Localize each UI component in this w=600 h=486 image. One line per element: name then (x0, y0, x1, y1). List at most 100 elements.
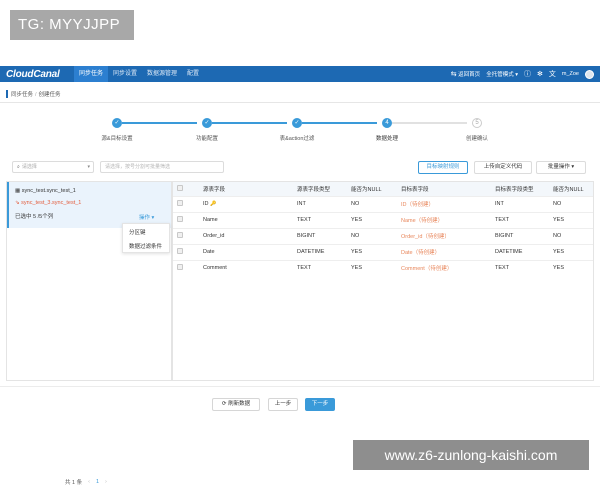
settings-icon[interactable]: ✻ (537, 70, 543, 78)
step-5-label: 创建确认 (465, 136, 488, 142)
source-field: Comment (199, 259, 293, 276)
source-type: TEXT (293, 211, 347, 228)
nav-config[interactable]: 配置 (182, 66, 204, 82)
step-3: ✓ 表&action过滤 (267, 118, 327, 142)
table-list-panel: ▦ sync_test.sync_test_1 ⇘ sync_test_3.sy… (6, 181, 172, 486)
row-checkbox[interactable] (177, 232, 183, 238)
step-progress: ✓ 源&目标设置 ✓ 功能配置 ✓ 表&action过滤 4 数据处理 5 创建… (72, 118, 512, 148)
row-checkbox[interactable] (177, 200, 183, 206)
chevron-down-icon: ▾ (87, 164, 90, 170)
batch-action-label: 批量操作 (547, 164, 570, 170)
search-icon: ⌕ (17, 164, 20, 170)
check-icon: ✓ (112, 118, 122, 128)
nav-sync-settings[interactable]: 同步设置 (108, 66, 142, 82)
select-placeholder: 请选择 (21, 164, 37, 170)
source-type: TEXT (293, 259, 347, 276)
row-checkbox[interactable] (177, 264, 183, 271)
operation-menu[interactable]: 操作 ▾ (139, 213, 154, 221)
target-field[interactable]: Comment（待创建） (397, 259, 491, 276)
target-field[interactable]: ID（待创建） (397, 195, 491, 212)
step-3-label: 表&action过滤 (279, 136, 315, 142)
upload-code-button[interactable]: 上传自定义代码 (474, 161, 532, 174)
list-item[interactable]: ▦ sync_test.sync_test_1 ⇘ sync_test_3.sy… (7, 182, 171, 228)
table-header: 源表字段 源表字段类型 能否为NULL 目标表字段 目标表字段类型 能否为NUL… (173, 182, 593, 196)
translate-icon[interactable]: 文 (549, 69, 556, 79)
step-1-label: 源&目标设置 (101, 136, 133, 142)
step-2-label: 功能配置 (195, 136, 218, 142)
row-checkbox[interactable] (177, 248, 183, 254)
row-checkbox[interactable] (177, 216, 183, 222)
selected-columns: 已选中 5 /5个列 (15, 214, 54, 220)
batch-action-button[interactable]: 批量操作 ▾ (536, 161, 586, 174)
source-null: NO (347, 195, 397, 212)
help-icon[interactable]: ⓘ (524, 69, 531, 79)
logo: CloudCanal (6, 68, 60, 80)
step-4: 4 数据处理 (357, 118, 417, 142)
target-null: YES (549, 243, 593, 260)
check-icon: ✓ (202, 118, 212, 128)
refresh-button[interactable]: ⟳ 刷新数据 (212, 398, 260, 411)
step-5-number: 5 (472, 118, 482, 128)
prev-step-button[interactable]: 上一步 (268, 398, 298, 411)
mode-select[interactable]: 全托管模式 ▾ (486, 70, 518, 78)
target-type: TEXT (491, 211, 549, 228)
source-table-name: ▦ sync_test.sync_test_1 (15, 188, 76, 194)
source-field: ID 🔑 (199, 195, 293, 212)
source-type: BIGINT (293, 227, 347, 244)
table-row: Comment TEXT YES Comment（待创建） TEXT YES (173, 259, 593, 276)
header-source-null: 能否为NULL (351, 186, 382, 193)
step-4-number: 4 (382, 118, 392, 128)
toolbar: ⌕ 请选择 ▾ 请选择，按号分割可批量筛选 目标映射规则 上传自定义代码 批量操作… (8, 161, 592, 175)
header-target-type: 目标表字段类型 (495, 186, 534, 193)
header-source-field: 源表字段 (203, 186, 226, 193)
watermark-top: TG: MYYJJPP (10, 10, 134, 40)
refresh-icon: ⟳ (221, 401, 227, 407)
mode-label: 全托管模式 (486, 72, 514, 78)
step-2: ✓ 功能配置 (177, 118, 237, 142)
table-row: Name TEXT YES Name（待创建） TEXT YES (173, 211, 593, 228)
target-null: NO (549, 195, 593, 212)
user-name[interactable]: m_Zoe (562, 71, 579, 77)
target-table-name: ⇘ sync_test_3.sync_test_1 (15, 200, 82, 206)
next-step-button[interactable]: 下一步 (305, 398, 335, 411)
mapping-rule-button[interactable]: 目标映射规则 (418, 161, 468, 174)
source-field: Name (199, 211, 293, 228)
select-all-checkbox[interactable] (177, 184, 183, 191)
target-null: NO (549, 227, 593, 244)
source-field: Order_id (199, 227, 293, 244)
total-count: 共 1 条 (65, 480, 83, 486)
pagination: 共 1 条 ‹ 1 › (65, 478, 107, 486)
operation-label: 操作 (139, 215, 151, 221)
column-mapping-table: 源表字段 源表字段类型 能否为NULL 目标表字段 目标表字段类型 能否为NUL… (172, 181, 594, 381)
target-type: INT (491, 195, 549, 212)
return-home-link[interactable]: ⇆ 返回首页 (451, 70, 480, 78)
watermark-bottom: www.z6-zunlong-kaishi.com (353, 440, 589, 470)
table-row: ID 🔑 INT NO ID（待创建） INT NO (173, 195, 593, 212)
app-window: CloudCanal 同步任务 同步设置 数据源管理 配置 ⇆ 返回首页 全托管… (0, 66, 600, 486)
breadcrumb-parent[interactable]: 同步任务 (11, 92, 33, 98)
step-1: ✓ 源&目标设置 (87, 118, 147, 142)
target-field[interactable]: Name（待创建） (397, 211, 491, 228)
target-type: BIGINT (491, 227, 549, 244)
source-null: YES (347, 259, 397, 276)
top-nav: CloudCanal 同步任务 同步设置 数据源管理 配置 ⇆ 返回首页 全托管… (0, 66, 600, 82)
target-null: YES (549, 211, 593, 228)
dropdown-item-data-filter[interactable]: 数据过滤条件 (123, 238, 169, 252)
target-type: TEXT (491, 259, 549, 276)
target-field[interactable]: Date（待创建） (397, 243, 491, 260)
table-select[interactable]: ⌕ 请选择 ▾ (12, 161, 94, 173)
target-field[interactable]: Order_id（待创建） (397, 227, 491, 244)
dropdown-item-partition-key[interactable]: 分区键 (123, 224, 169, 238)
source-type: DATETIME (293, 243, 347, 260)
search-input[interactable]: 请选择，按号分割可批量筛选 (100, 161, 224, 173)
avatar[interactable] (585, 69, 594, 79)
nav-sync-tasks[interactable]: 同步任务 (74, 66, 109, 82)
target-null: YES (549, 259, 593, 276)
nav-datasource[interactable]: 数据源管理 (142, 66, 182, 82)
breadcrumb-current: 创建任务 (38, 92, 61, 98)
table-row: Order_id BIGINT NO Order_id（待创建） BIGINT … (173, 227, 593, 244)
source-null: NO (347, 227, 397, 244)
target-type: DATETIME (491, 243, 549, 260)
home-icon: ⇆ (450, 71, 457, 78)
header-source-type: 源表字段类型 (297, 186, 331, 193)
